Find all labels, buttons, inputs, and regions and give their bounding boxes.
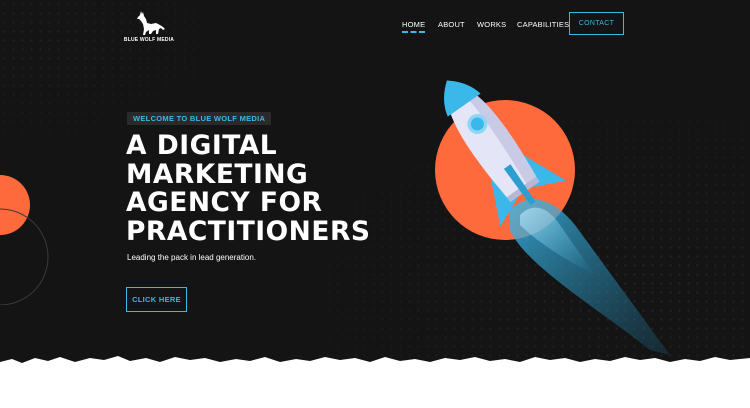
hero-section: BLUE WOLF MEDIA HOME ABOUT WORKS CAPABIL…	[0, 0, 750, 408]
nav-item-works[interactable]: WORKS	[477, 20, 506, 29]
click-here-button[interactable]: CLICK HERE	[126, 287, 187, 312]
contact-button[interactable]: CONTACT	[569, 12, 624, 35]
rocket-illustration	[435, 80, 670, 355]
main-nav: HOME ABOUT WORKS CAPABILITIES CONTACT	[0, 12, 750, 37]
nav-item-capabilities[interactable]: CAPABILITIES	[517, 20, 569, 29]
headline-line-1: A DIGITAL	[126, 130, 278, 161]
nav-item-about[interactable]: ABOUT	[438, 20, 465, 29]
headline-line-4: PRACTITIONERS	[126, 215, 371, 247]
headline-line-2: MARKETING	[126, 158, 309, 190]
hero-headline: A DIGITAL MARKETING AGENCY FOR PRACTITIO…	[126, 130, 371, 247]
torn-paper-edge	[0, 356, 750, 408]
headline-line-3: AGENCY FOR	[126, 187, 323, 218]
hero-subtext: Leading the pack in lead generation.	[127, 253, 256, 262]
logo-text: BLUE WOLF MEDIA	[123, 37, 175, 43]
decorative-circles	[0, 175, 49, 305]
nav-item-home[interactable]: HOME	[402, 20, 426, 33]
welcome-badge: WELCOME TO BLUE WOLF MEDIA	[127, 112, 272, 125]
